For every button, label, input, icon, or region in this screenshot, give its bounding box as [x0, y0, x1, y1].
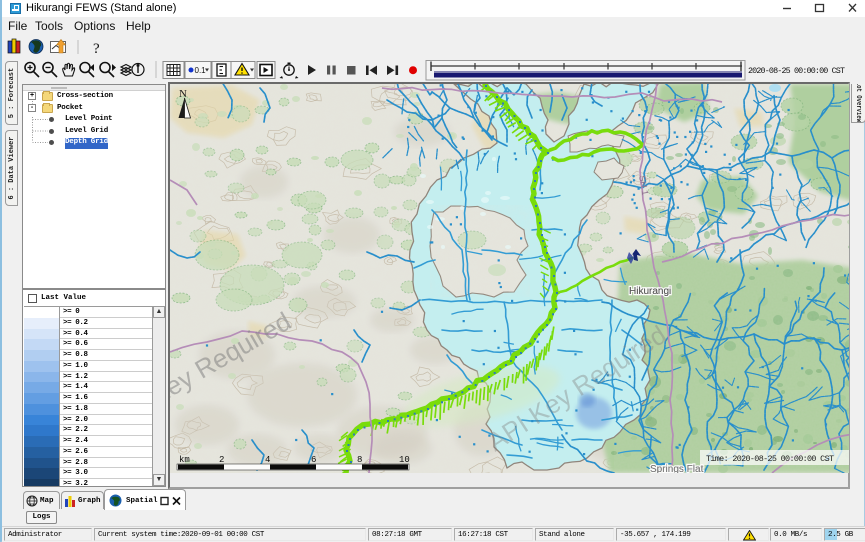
svg-text:?: ? [93, 41, 100, 57]
svg-text:0.1: 0.1 [195, 66, 207, 75]
svg-text:2020-08-25 00:00:00 CST: 2020-08-25 00:00:00 CST [748, 66, 845, 76]
